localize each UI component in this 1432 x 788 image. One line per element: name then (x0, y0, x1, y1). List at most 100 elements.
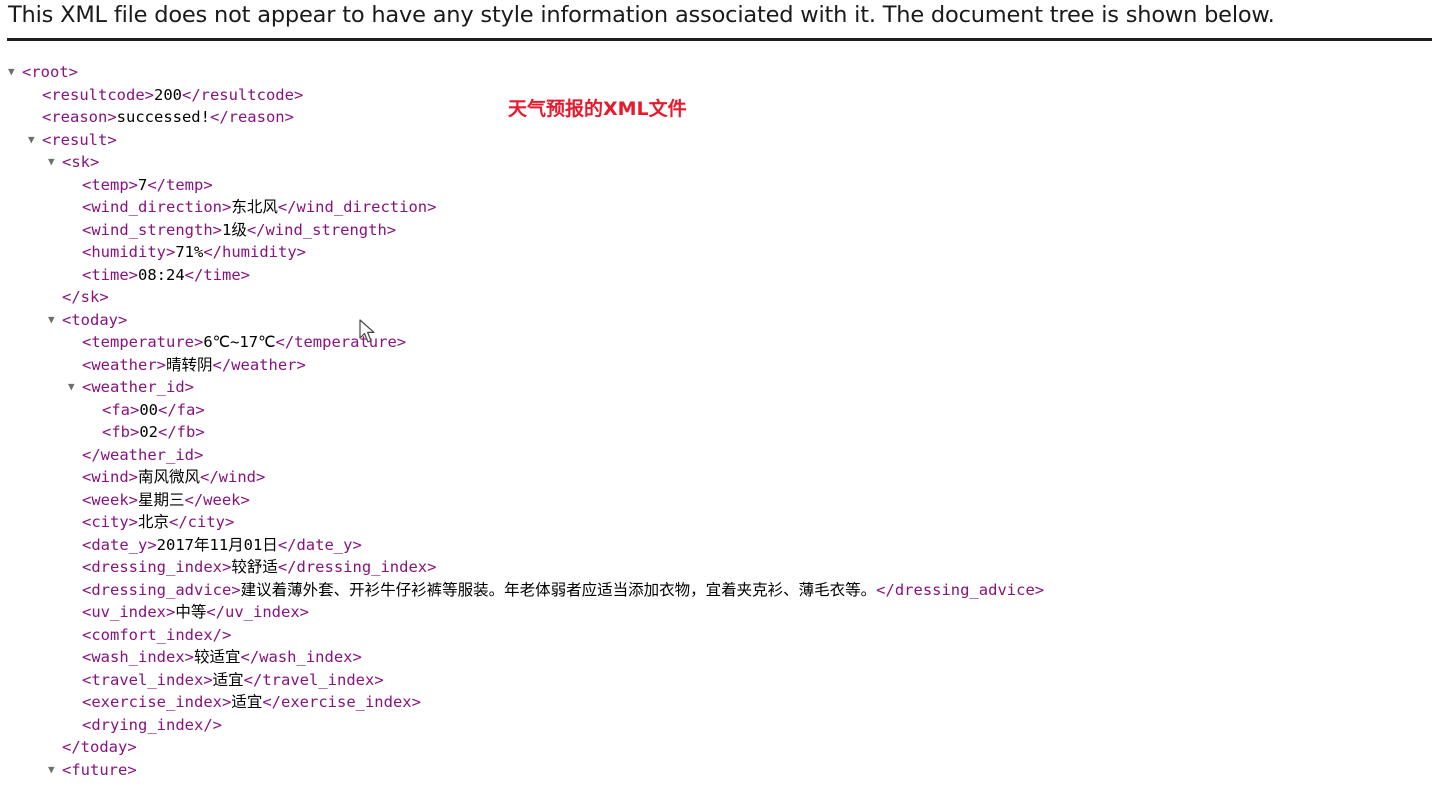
xml-open-tag: <dressing_index> (82, 558, 232, 576)
xml-node-content: <uv_index>中等</uv_index> (82, 601, 309, 624)
xml-close-tag: </wind_strength> (246, 220, 397, 239)
xml-text-value: successed! (116, 108, 210, 126)
xml-open-tag: <comfort_index/> (82, 625, 232, 644)
xml-open-tag: <wind_direction> (82, 198, 232, 216)
xml-text-value: 东北风 (231, 198, 278, 216)
xml-node-line: <date_y>2017年11月01日</date_y> (0, 534, 1432, 557)
xml-open-tag: <fb> (102, 423, 140, 441)
xml-close-tag: </week> (184, 490, 250, 509)
xml-node-line: <temp>7</temp> (0, 174, 1432, 197)
xml-node-line: <weather>晴转阴</weather> (0, 354, 1432, 377)
xml-close-tag: </reason> (209, 108, 294, 126)
xml-node-content: <resultcode>200</resultcode> (42, 84, 303, 107)
xml-close-tag: </wind_direction> (277, 198, 437, 216)
xml-text-value: 2017年11月01日 (156, 535, 278, 554)
red-annotation-label: 天气预报的XML文件 (508, 98, 687, 120)
xml-node-line: <humidity>71%</humidity> (0, 241, 1432, 264)
xml-close-tag: </fa> (158, 400, 205, 419)
xml-close-tag: </wind> (200, 468, 266, 486)
xml-close-tag: </weather> (212, 355, 306, 374)
xml-open-tag: <travel_index> (82, 670, 213, 689)
xml-node-content: <fb>02</fb> (102, 421, 205, 444)
collapse-toggle-icon[interactable]: ▼ (48, 759, 62, 782)
xml-open-tag: <reason> (42, 108, 117, 126)
xml-close-tag: </travel_index> (243, 670, 384, 689)
xml-close-tag: </city> (169, 513, 235, 531)
xml-node-line: <exercise_index>适宜</exercise_index> (0, 691, 1432, 714)
xml-node-content: <temperature>6℃~17℃</temperature> (82, 331, 406, 354)
xml-node-content: <today> (62, 309, 127, 332)
xml-node-content: <week>星期三</week> (82, 489, 250, 512)
xml-open-tag: <week> (82, 490, 138, 509)
xml-node-line: <wind_strength>1级</wind_strength> (0, 219, 1432, 242)
xml-node-line: <wash_index>较适宜</wash_index> (0, 646, 1432, 669)
xml-node-line: ▼ <today> (0, 309, 1432, 332)
xml-open-tag: <temperature> (82, 333, 204, 351)
xml-node-line: </weather_id> (0, 444, 1432, 467)
collapse-toggle-icon[interactable]: ▼ (48, 309, 62, 332)
xml-node-content: <fa>00</fa> (102, 399, 205, 422)
xml-text-value: 建议着薄外套、开衫牛仔衫裤等服装。年老体弱者应适当添加衣物，宜着夹克衫、薄毛衣等… (240, 580, 877, 599)
xml-open-tag: </today> (62, 738, 137, 756)
xml-text-value: 南风微风 (138, 468, 201, 486)
xml-node-line: <city>北京</city> (0, 511, 1432, 534)
xml-open-tag: <time> (82, 265, 138, 284)
xml-open-tag: <weather> (82, 355, 166, 374)
xml-close-tag: </temp> (147, 175, 213, 194)
mouse-pointer-icon (359, 319, 379, 350)
xml-node-line: <wind>南风微风</wind> (0, 466, 1432, 489)
xml-node-content: <drying_index/> (82, 714, 222, 737)
xml-node-line: ▼ <sk> (0, 151, 1432, 174)
xml-node-content: <travel_index>适宜</travel_index> (82, 669, 384, 692)
xml-node-content: <future> (62, 759, 137, 782)
xml-open-tag: <date_y> (82, 535, 157, 554)
xml-close-tag: </wash_index> (240, 648, 362, 666)
xml-text-value: 较舒适 (231, 558, 278, 576)
xml-node-line: ▼ <weather_id> (0, 376, 1432, 399)
xml-node-content: <weather>晴转阴</weather> (82, 354, 306, 377)
xml-node-content: <wind_direction>东北风</wind_direction> (82, 196, 436, 219)
xml-node-line: <travel_index>适宜</travel_index> (0, 669, 1432, 692)
collapse-toggle-icon[interactable]: ▼ (28, 129, 42, 152)
xml-open-tag: </sk> (62, 288, 109, 306)
xml-node-content: <city>北京</city> (82, 511, 234, 534)
xml-node-content: </sk> (62, 286, 109, 309)
xml-text-value: 星期三 (138, 490, 185, 509)
collapse-toggle-icon[interactable]: ▼ (8, 61, 22, 84)
xml-no-style-banner: This XML file does not appear to have an… (8, 2, 1275, 28)
xml-close-tag: </exercise_index> (262, 693, 421, 711)
xml-close-tag: </date_y> (277, 535, 362, 554)
xml-text-value: 较适宜 (193, 648, 241, 666)
xml-open-tag: <wind> (82, 468, 138, 486)
collapse-toggle-icon[interactable]: ▼ (68, 376, 82, 399)
xml-node-line: <wind_direction>东北风</wind_direction> (0, 196, 1432, 219)
xml-node-line: <dressing_index>较舒适</dressing_index> (0, 556, 1432, 579)
xml-node-content: <dressing_index>较舒适</dressing_index> (82, 556, 436, 579)
xml-node-content: <result> (42, 129, 117, 152)
xml-node-line: <reason>successed!</reason> (0, 106, 1432, 129)
xml-text-value: 08:24 (138, 265, 185, 284)
xml-node-line: </today> (0, 736, 1432, 759)
xml-node-line: <temperature>6℃~17℃</temperature> (0, 331, 1432, 354)
xml-open-tag: <root> (22, 63, 78, 81)
xml-node-content: <wind>南风微风</wind> (82, 466, 265, 489)
xml-node-content: <sk> (62, 151, 99, 174)
xml-node-line: <fa>00</fa> (0, 399, 1432, 422)
xml-open-tag: <dressing_advice> (82, 580, 241, 599)
xml-open-tag: <humidity> (82, 243, 176, 261)
xml-close-tag: </uv_index> (206, 603, 309, 621)
xml-close-tag: </temperature> (275, 333, 407, 351)
xml-open-tag: <uv_index> (82, 603, 176, 621)
collapse-toggle-icon[interactable]: ▼ (48, 151, 62, 174)
xml-open-tag: <resultcode> (42, 85, 154, 104)
xml-node-content: <reason>successed!</reason> (42, 106, 294, 129)
xml-close-tag: </humidity> (203, 243, 306, 261)
xml-text-value: 适宜 (212, 670, 244, 689)
xml-open-tag: <fa> (102, 400, 140, 419)
xml-close-tag: </time> (184, 265, 250, 284)
xml-node-content: <wind_strength>1级</wind_strength> (82, 219, 396, 242)
xml-open-tag: <drying_index/> (82, 715, 222, 734)
xml-open-tag: <wash_index> (82, 648, 194, 666)
xml-text-value: 200 (153, 85, 182, 104)
xml-node-line: <week>星期三</week> (0, 489, 1432, 512)
